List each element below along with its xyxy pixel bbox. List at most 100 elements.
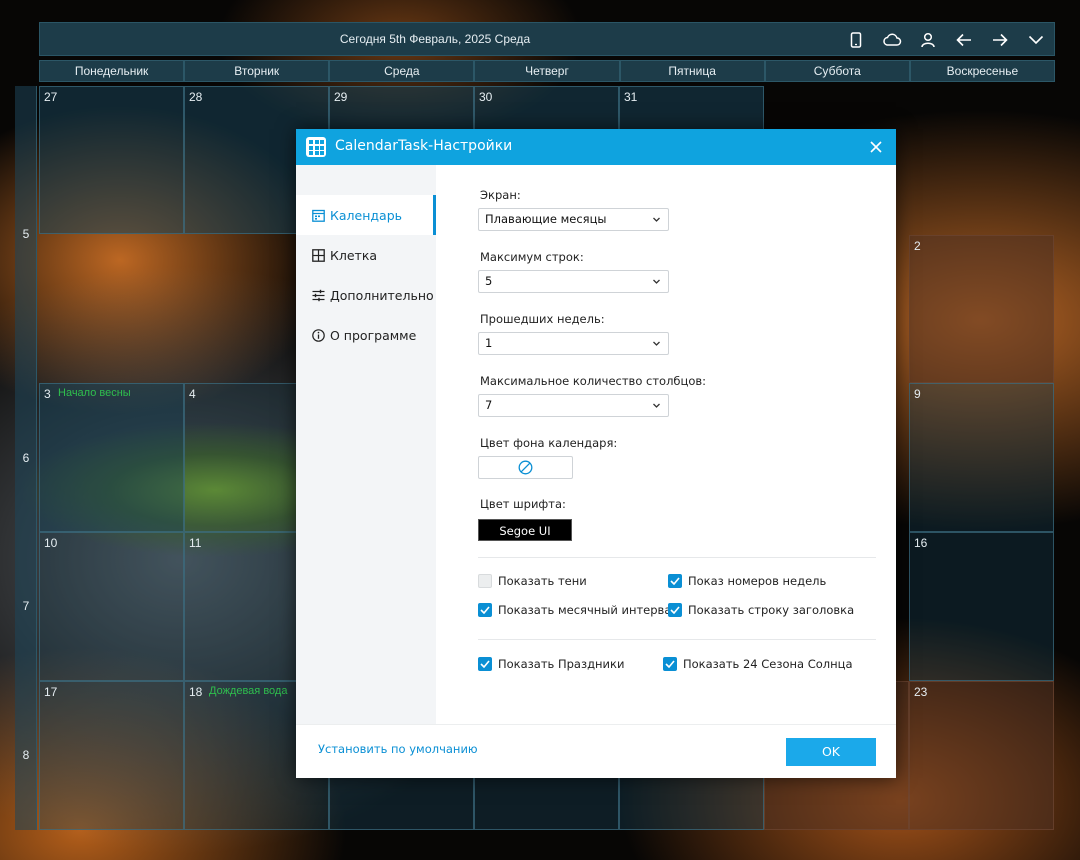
day-number: 17 bbox=[44, 685, 58, 699]
nav-cell[interactable]: Клетка bbox=[296, 235, 436, 275]
checkbox-box bbox=[478, 603, 492, 617]
solar-term-label: Дождевая вода bbox=[209, 685, 288, 697]
select-value: 5 bbox=[485, 274, 493, 288]
check-icon bbox=[670, 606, 680, 614]
nav-advanced[interactable]: Дополнительно bbox=[296, 275, 436, 315]
bg-color-label: Цвет фона календаря: bbox=[480, 436, 618, 450]
check-icon bbox=[480, 606, 490, 614]
max-rows-label: Максимум строк: bbox=[480, 250, 584, 264]
checkbox-label: Показ номеров недель bbox=[688, 574, 827, 588]
week-number: 8 bbox=[22, 748, 30, 762]
day-number: 9 bbox=[914, 387, 921, 401]
day-number: 30 bbox=[479, 90, 493, 104]
select-value: Плавающие месяцы bbox=[485, 212, 607, 226]
app-logo-icon bbox=[306, 137, 326, 157]
calendar-icon bbox=[311, 208, 325, 222]
day-number: 10 bbox=[44, 536, 58, 550]
cloud-icon[interactable] bbox=[880, 29, 904, 51]
weekday-sat: Суббота bbox=[764, 60, 910, 82]
arrow-left-icon[interactable] bbox=[952, 29, 976, 51]
day-number: 31 bbox=[624, 90, 638, 104]
checkbox-label: Показать месячный интервал bbox=[498, 603, 679, 617]
day-number: 3 bbox=[44, 387, 51, 401]
check-icon bbox=[480, 660, 490, 668]
day-cell[interactable]: 23 bbox=[909, 681, 1054, 830]
close-icon bbox=[870, 141, 882, 153]
checkbox-label: Показать 24 Сезона Солнца bbox=[683, 657, 853, 671]
week-number: 5 bbox=[22, 227, 30, 241]
week-number: 7 bbox=[22, 599, 30, 613]
day-cell[interactable]: 3 Начало весны bbox=[39, 383, 184, 532]
nav-calendar[interactable]: Календарь bbox=[296, 195, 436, 235]
screen-select[interactable]: Плавающие месяцы bbox=[478, 208, 669, 231]
chevron-down-icon bbox=[653, 279, 660, 284]
weekday-sun: Воскресенье bbox=[909, 60, 1055, 82]
info-icon bbox=[311, 328, 325, 342]
nav-label: Клетка bbox=[330, 247, 378, 263]
reset-defaults-link[interactable]: Установить по умолчанию bbox=[318, 742, 478, 756]
settings-dialog: CalendarTask-Настройки Календарь Клетка … bbox=[296, 129, 896, 778]
day-cell[interactable]: 17 bbox=[39, 681, 184, 830]
show-holidays-checkbox[interactable]: Показать Праздники bbox=[478, 657, 624, 671]
chevron-down-icon bbox=[653, 341, 660, 346]
calendar-toolbar bbox=[844, 29, 1048, 51]
past-weeks-label: Прошедших недель: bbox=[480, 312, 605, 326]
divider bbox=[478, 639, 876, 640]
font-button[interactable]: Segoe UI bbox=[478, 519, 572, 541]
checkbox-label: Показать Праздники bbox=[498, 657, 625, 671]
nav-label: Календарь bbox=[330, 207, 402, 223]
day-number: 27 bbox=[44, 90, 58, 104]
dialog-footer: Установить по умолчанию OK bbox=[296, 724, 896, 778]
max-rows-select[interactable]: 5 bbox=[478, 270, 669, 293]
weekday-header-row: Понедельник Вторник Среда Четверг Пятниц… bbox=[39, 60, 1055, 82]
checkbox-box bbox=[668, 574, 682, 588]
checkbox-box bbox=[478, 574, 492, 588]
day-cell[interactable]: 2 bbox=[909, 235, 1054, 383]
holiday-label: Начало весны bbox=[58, 387, 131, 399]
check-icon bbox=[670, 577, 680, 585]
nav-about[interactable]: О программе bbox=[296, 315, 436, 355]
day-number: 4 bbox=[189, 387, 196, 401]
day-cell[interactable]: 10 bbox=[39, 532, 184, 681]
checkbox-box bbox=[668, 603, 682, 617]
past-weeks-select[interactable]: 1 bbox=[478, 332, 669, 355]
max-cols-label: Максимальное количество столбцов: bbox=[480, 374, 707, 388]
day-cell[interactable]: 27 bbox=[39, 86, 184, 234]
settings-sidebar: Календарь Клетка Дополнительно О програм… bbox=[296, 165, 436, 725]
show-title-bar-checkbox[interactable]: Показать строку заголовка bbox=[668, 603, 854, 617]
calendar-header-bar: Сегодня 5th Февраль, 2025 Среда bbox=[39, 22, 1055, 56]
show-solar-terms-checkbox[interactable]: Показать 24 Сезона Солнца bbox=[663, 657, 853, 671]
weekday-mon: Понедельник bbox=[39, 60, 185, 82]
ok-button[interactable]: OK bbox=[786, 738, 876, 766]
screen-label: Экран: bbox=[480, 188, 521, 202]
nav-label: Дополнительно bbox=[330, 287, 434, 303]
divider bbox=[478, 557, 876, 558]
phone-icon[interactable] bbox=[844, 29, 868, 51]
chevron-down-icon bbox=[653, 403, 660, 408]
day-number: 2 bbox=[914, 239, 921, 253]
dialog-title: CalendarTask-Настройки bbox=[335, 138, 513, 154]
user-icon[interactable] bbox=[916, 29, 940, 51]
day-number: 16 bbox=[914, 536, 928, 550]
weekday-tue: Вторник bbox=[184, 60, 330, 82]
today-label: Сегодня 5th Февраль, 2025 Среда bbox=[339, 32, 531, 46]
day-number: 29 bbox=[334, 90, 348, 104]
show-month-interval-checkbox[interactable]: Показать месячный интервал bbox=[478, 603, 679, 617]
weekday-fri: Пятница bbox=[619, 60, 765, 82]
dialog-title-bar: CalendarTask-Настройки bbox=[296, 129, 896, 165]
day-number: 28 bbox=[189, 90, 203, 104]
grid-icon bbox=[311, 248, 325, 262]
bg-color-button[interactable] bbox=[478, 456, 573, 479]
show-shadows-checkbox[interactable]: Показать тени bbox=[478, 574, 587, 588]
close-button[interactable] bbox=[864, 135, 888, 159]
weekday-thu: Четверг bbox=[474, 60, 620, 82]
chevron-down-icon bbox=[653, 217, 660, 222]
day-cell[interactable]: 9 bbox=[909, 383, 1054, 532]
check-icon bbox=[665, 660, 675, 668]
day-cell[interactable]: 16 bbox=[909, 532, 1054, 681]
max-cols-select[interactable]: 7 bbox=[478, 394, 669, 417]
day-number: 23 bbox=[914, 685, 928, 699]
show-week-numbers-checkbox[interactable]: Показ номеров недель bbox=[668, 574, 826, 588]
chevron-down-icon[interactable] bbox=[1024, 29, 1048, 51]
arrow-right-icon[interactable] bbox=[988, 29, 1012, 51]
